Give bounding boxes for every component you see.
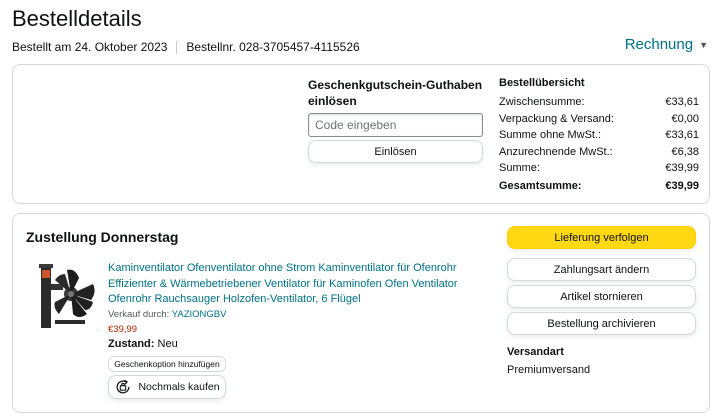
- shipping-method-title: Versandart: [507, 346, 564, 358]
- change-payment-button[interactable]: Zahlungsart ändern: [507, 258, 696, 281]
- stove-fan-image: [39, 264, 95, 328]
- summary-row-total: Gesamtsumme: €39,99: [499, 178, 699, 195]
- summary-row-net: Summe ohne MwSt.: €33,61: [499, 127, 699, 144]
- seller-prefix: Verkauf durch:: [108, 309, 170, 320]
- summary-value: €33,61: [665, 129, 699, 142]
- seller-link[interactable]: YAZIONGBV: [172, 309, 227, 320]
- product-condition: Zustand: Neu: [108, 338, 178, 350]
- order-summary-card: Geschenkgutschein-Guthaben einlösen Einl…: [12, 64, 710, 204]
- summary-row-vat: Anzurechnende MwSt.: €6,38: [499, 144, 699, 161]
- buy-again-icon: [116, 379, 130, 394]
- order-actions: Lieferung verfolgen Zahlungsart ändern A…: [507, 226, 696, 339]
- summary-row-subtotal: Zwischensumme: €33,61: [499, 94, 699, 111]
- summary-label: Zwischensumme:: [499, 96, 585, 109]
- summary-value: €0,00: [671, 112, 699, 125]
- product-title-link[interactable]: Kaminventilator Ofenventilator ohne Stro…: [108, 261, 488, 308]
- summary-value: €6,38: [671, 145, 699, 158]
- total-label: Gesamtsumme:: [499, 179, 582, 192]
- product-image[interactable]: [37, 260, 97, 330]
- buy-again-button[interactable]: Nochmals kaufen: [108, 375, 226, 399]
- summary-title: Bestellübersicht: [499, 77, 585, 89]
- delivery-title: Zustellung Donnerstag: [26, 229, 179, 245]
- track-package-button[interactable]: Lieferung verfolgen: [507, 226, 696, 249]
- summary-row-shipping: Verpackung & Versand: €0,00: [499, 111, 699, 128]
- order-number: Bestellnr. 028-3705457-4115526: [186, 40, 360, 54]
- page-title: Bestelldetails: [12, 6, 142, 31]
- product-price: €39,99: [108, 324, 138, 335]
- chevron-down-icon: ▼: [699, 39, 708, 50]
- gift-card-code-input[interactable]: [308, 113, 483, 137]
- summary-label: Summe ohne MwSt.:: [499, 129, 602, 142]
- cancel-items-button[interactable]: Artikel stornieren: [507, 285, 696, 308]
- divider: [176, 40, 178, 54]
- summary-label: Verpackung & Versand:: [499, 112, 614, 125]
- order-summary: Bestellübersicht Zwischensumme: €33,61 V…: [499, 77, 699, 194]
- summary-value: €39,99: [665, 162, 699, 175]
- seller-info: Verkauf durch: YAZIONGBV: [108, 309, 226, 320]
- add-gift-option-button[interactable]: Geschenkoption hinzufügen: [108, 356, 226, 372]
- gift-card-title: Geschenkgutschein-Guthaben einlösen: [308, 78, 483, 108]
- order-date: Bestellt am 24. Oktober 2023: [12, 40, 168, 54]
- summary-label: Summe:: [499, 162, 540, 175]
- summary-value: €33,61: [665, 96, 699, 109]
- invoice-label: Rechnung: [624, 36, 694, 53]
- total-value: €39,99: [665, 179, 699, 192]
- summary-label: Anzurechnende MwSt.:: [499, 145, 613, 158]
- buy-again-label: Nochmals kaufen: [138, 381, 220, 393]
- condition-value: Neu: [157, 338, 178, 350]
- shipment-card: Zustellung Donnerstag Kaminventilator Of…: [12, 213, 710, 413]
- redeem-button[interactable]: Einlösen: [308, 140, 483, 163]
- shipping-method-value: Premiumversand: [507, 364, 591, 376]
- archive-order-button[interactable]: Bestellung archivieren: [507, 312, 696, 335]
- summary-row-sum: Summe: €39,99: [499, 160, 699, 177]
- condition-label: Zustand:: [108, 338, 155, 350]
- order-meta: Bestellt am 24. Oktober 2023 Bestellnr. …: [12, 40, 360, 54]
- invoice-dropdown[interactable]: Rechnung ▼: [625, 36, 708, 53]
